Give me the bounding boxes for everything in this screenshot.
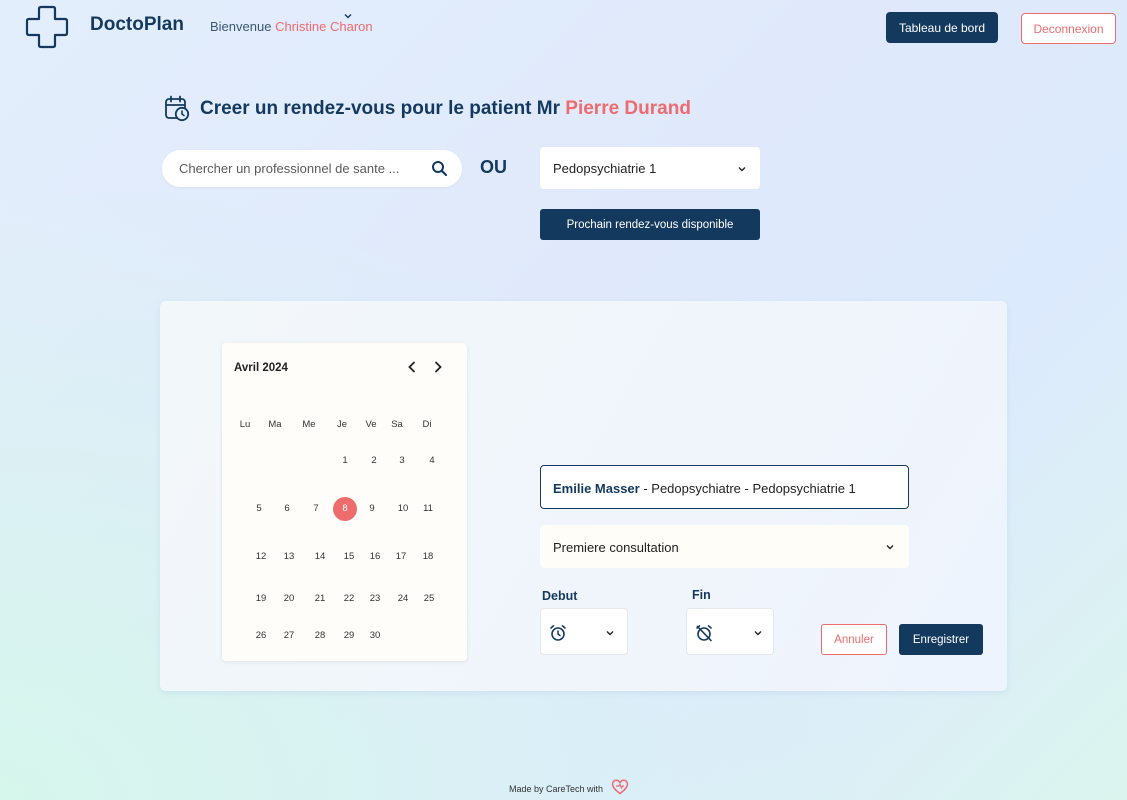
calendar-day[interactable]: 24	[391, 587, 415, 611]
medical-cross-logo-icon	[25, 5, 69, 49]
consultation-type-value: Premiere consultation	[553, 540, 679, 555]
calendar-day[interactable]: 15	[337, 545, 361, 569]
welcome-prefix: Bienvenue	[210, 19, 272, 34]
calendar-day[interactable]: 17	[389, 545, 413, 569]
specialty-select[interactable]: Pedopsychiatrie 1	[540, 147, 760, 189]
calendar-day[interactable]: 25	[417, 587, 441, 611]
save-button[interactable]: Enregistrer	[899, 624, 983, 655]
heart-icon	[611, 779, 629, 795]
dashboard-button[interactable]: Tableau de bord	[886, 12, 998, 43]
calendar-weekday: Je	[336, 419, 348, 430]
calendar-day[interactable]: 14	[308, 545, 332, 569]
calendar-weekday: Di	[422, 419, 432, 430]
next-available-button[interactable]: Prochain rendez-vous disponible	[540, 209, 760, 240]
calendar-day[interactable]: 2	[362, 449, 386, 473]
start-time-label: Debut	[542, 589, 578, 603]
calendar-day-selected[interactable]: 8	[333, 497, 357, 521]
chevron-down-icon	[886, 545, 894, 550]
chevron-down-icon	[738, 167, 746, 172]
calendar-day[interactable]: 18	[416, 545, 440, 569]
user-menu-name[interactable]: Christine Charon	[275, 19, 373, 34]
calendar-day[interactable]: 29	[337, 624, 361, 648]
welcome-message: Bienvenue Christine Charon	[210, 19, 373, 34]
calendar-weekday: Sa	[391, 419, 403, 430]
chevron-down-icon[interactable]	[343, 11, 353, 21]
start-time-select[interactable]	[540, 608, 628, 655]
patient-name: Pierre Durand	[565, 98, 691, 119]
logout-button[interactable]: Deconnexion	[1021, 13, 1116, 44]
calendar-clock-icon	[165, 95, 190, 122]
calendar-day[interactable]: 3	[390, 449, 414, 473]
calendar-day[interactable]: 19	[249, 587, 273, 611]
doctor-details: - Pedopsychiatre - Pedopsychiatrie 1	[643, 481, 856, 496]
end-time-select[interactable]	[686, 608, 774, 655]
calendar-day[interactable]: 13	[277, 545, 301, 569]
calendar-day[interactable]: 9	[360, 497, 384, 521]
search-input[interactable]	[179, 150, 419, 187]
calendar: Avril 2024 Lu Ma Me Je Ve Sa Di 1 2 3 4 5 6 7 8 9 10 11 1…	[222, 343, 467, 661]
calendar-weekday: Me	[302, 419, 316, 430]
end-time-label: Fin	[692, 588, 711, 602]
calendar-day[interactable]: 11	[416, 497, 440, 521]
calendar-day[interactable]: 28	[308, 624, 332, 648]
chevron-right-icon[interactable]	[431, 360, 445, 374]
cancel-button[interactable]: Annuler	[821, 624, 887, 655]
selected-doctor-text: Emilie Masser - Pedopsychiatre - Pedopsy…	[553, 481, 856, 496]
calendar-weekday: Lu	[239, 419, 251, 430]
page-title-prefix: Creer un rendez-vous pour le patient Mr	[200, 98, 560, 119]
search-box	[162, 150, 462, 187]
calendar-month-label: Avril 2024	[234, 362, 288, 374]
specialty-select-value: Pedopsychiatrie 1	[553, 161, 657, 176]
doctor-name: Emilie Masser	[553, 481, 640, 496]
footer-credit: Made by CareTech with	[509, 784, 604, 794]
calendar-day[interactable]: 22	[337, 587, 361, 611]
chevron-down-icon	[754, 631, 762, 636]
calendar-day[interactable]: 6	[275, 497, 299, 521]
or-label: OU	[480, 157, 507, 177]
calendar-day[interactable]: 20	[277, 587, 301, 611]
calendar-day[interactable]: 7	[304, 497, 328, 521]
calendar-day[interactable]: 16	[363, 545, 387, 569]
chevron-down-icon	[606, 631, 614, 636]
calendar-day[interactable]: 26	[249, 624, 273, 648]
appointment-card: Avril 2024 Lu Ma Me Je Ve Sa Di 1 2 3 4 5 6 7 8 9 10 11 1…	[160, 301, 1007, 691]
alarm-clock-off-icon	[696, 625, 712, 642]
consultation-type-select[interactable]: Premiere consultation	[540, 525, 909, 568]
calendar-day[interactable]: 12	[249, 545, 273, 569]
calendar-day[interactable]: 30	[363, 624, 387, 648]
alarm-clock-icon	[550, 625, 566, 641]
page-title: Creer un rendez-vous pour le patient Mr …	[200, 98, 691, 120]
brand-name: DoctoPlan	[90, 14, 184, 35]
search-icon[interactable]	[431, 160, 448, 177]
calendar-day[interactable]: 4	[420, 449, 444, 473]
chevron-left-icon[interactable]	[405, 360, 419, 374]
calendar-day[interactable]: 10	[391, 497, 415, 521]
calendar-day[interactable]: 23	[363, 587, 387, 611]
calendar-day[interactable]: 1	[333, 449, 357, 473]
calendar-weekday: Ma	[268, 419, 282, 430]
calendar-day[interactable]: 21	[308, 587, 332, 611]
selected-doctor-field[interactable]: Emilie Masser - Pedopsychiatre - Pedopsy…	[540, 465, 909, 509]
calendar-day[interactable]: 5	[247, 497, 271, 521]
calendar-weekday: Ve	[365, 419, 377, 430]
calendar-day[interactable]: 27	[277, 624, 301, 648]
